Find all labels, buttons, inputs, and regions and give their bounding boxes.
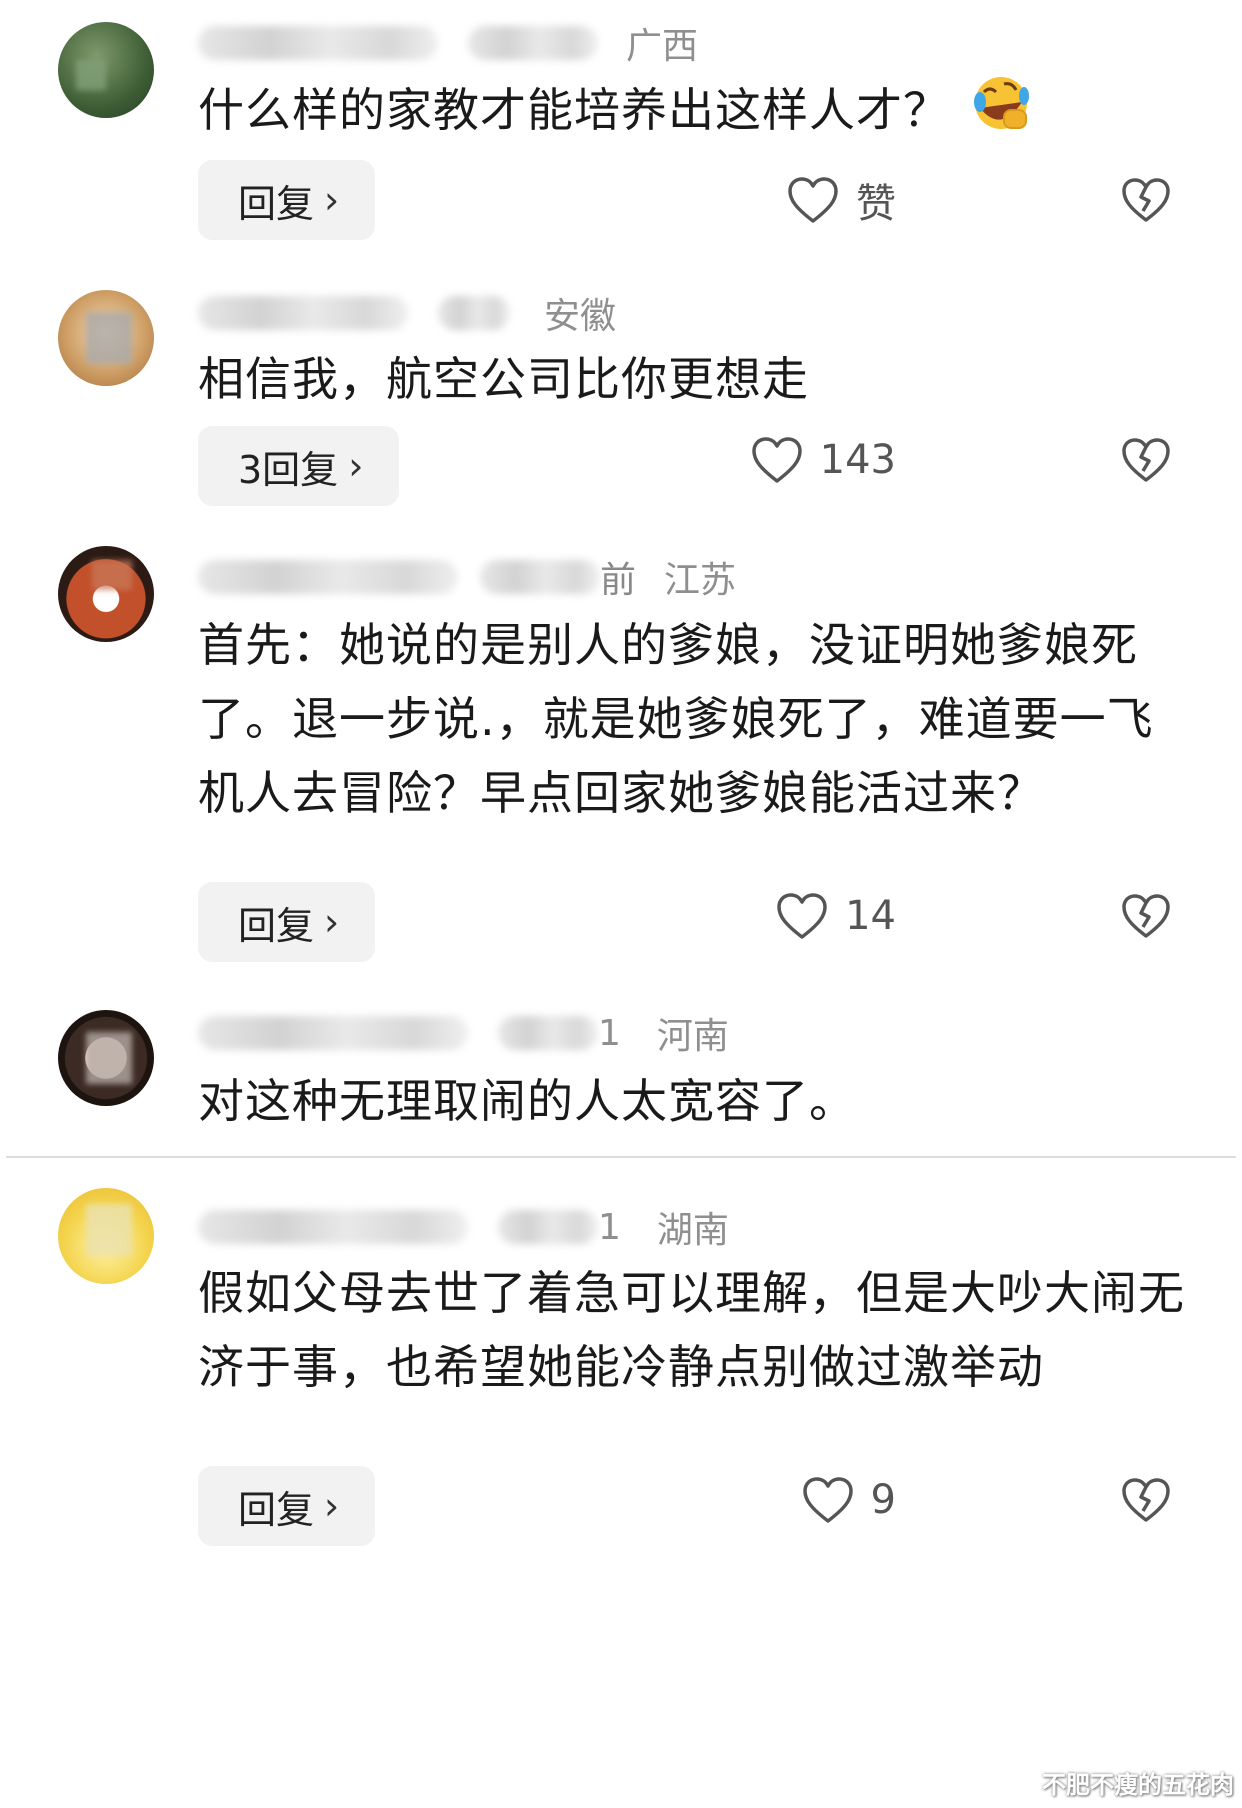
heart-outline-icon [777,893,827,939]
dislike-button[interactable] [1120,1460,1172,1540]
reply-label: 回复 [238,1487,315,1532]
broken-heart-icon [1122,894,1170,938]
time-label: 1 [598,1012,621,1054]
dislike-button[interactable] [1120,160,1172,240]
location-label: 安徽 [544,296,617,337]
dislike-button[interactable] [1120,420,1172,500]
time-blurred [480,560,600,594]
avatar[interactable] [58,1010,154,1106]
chevron-right-icon: › [348,444,364,488]
chevron-right-icon: › [324,900,340,944]
location-label: 河南 [656,1016,729,1057]
like-count: 赞 [856,181,896,227]
avatar[interactable] [58,1188,154,1284]
comment-text-content: 什么样的家教才能培养出这样人才？ [198,83,950,137]
like-button[interactable]: 14 [775,876,896,956]
like-button[interactable]: 9 [801,1460,896,1540]
reply-button[interactable]: 3回复 › [198,426,400,506]
avatar[interactable] [58,22,154,118]
location-label: 江苏 [664,560,737,601]
chevron-right-icon: › [324,1484,340,1528]
reply-label: 回复 [238,903,315,948]
comment-meta: 1 河南 [198,1008,729,1058]
comment-text: 假如父母去世了着急可以理解，但是大吵大闹无济于事，也希望她能冷静点别做过激举动 [198,1266,1185,1394]
comment-text: 什么样的家教才能培养出这样人才？ [198,72,1188,155]
broken-heart-icon [1122,1478,1170,1522]
username-blurred[interactable] [198,1016,468,1050]
screenshot-seam-divider [6,1156,1236,1158]
like-button[interactable]: 赞 [786,160,896,240]
username-blurred[interactable] [198,1210,468,1244]
time-label: 前 [600,560,637,601]
username-blurred[interactable] [198,296,408,330]
location-label: 广西 [626,26,699,67]
chevron-right-icon: › [324,178,340,222]
comment-text: 相信我，航空公司比你更想走 [198,352,809,406]
time-blurred [438,296,510,330]
comment-text: 首先：她说的是别人的爹娘，没证明她爹娘死了。退一步说.，就是她爹娘死了，难道要一… [198,618,1154,820]
broken-heart-icon [1122,438,1170,482]
heart-outline-icon [802,1477,853,1523]
time-blurred [468,26,598,60]
rolling-on-floor-laughing-emoji-icon [968,72,1034,155]
reply-button[interactable]: 回复 › [198,160,376,240]
like-button[interactable]: 143 [750,420,896,500]
comment-meta: 前 江苏 [198,552,736,602]
reply-button[interactable]: 回复 › [198,882,376,962]
reply-label: 3回复 [238,447,339,492]
like-count: 14 [845,893,896,939]
avatar[interactable] [58,546,154,642]
time-blurred [498,1210,598,1244]
reply-button[interactable]: 回复 › [198,1466,376,1546]
avatar[interactable] [58,290,154,386]
heart-outline-icon [751,437,802,483]
time-label: 1 [598,1206,621,1248]
location-label: 湖南 [656,1210,729,1251]
like-count: 9 [870,1477,896,1523]
comment-meta: 1 湖南 [198,1202,729,1252]
username-blurred[interactable] [198,26,438,60]
like-count: 143 [819,437,896,483]
time-blurred [498,1016,598,1050]
comment-text: 对这种无理取闹的人太宽容了。 [198,1074,856,1128]
watermark: 不肥不瘦的五花肉 [1042,1771,1234,1799]
dislike-button[interactable] [1120,876,1172,956]
username-blurred[interactable] [198,560,458,594]
comment-meta: 安徽 [198,288,616,338]
comment-meta: 广西 [198,18,698,68]
broken-heart-icon [1122,178,1170,222]
heart-outline-icon [788,177,838,223]
reply-label: 回复 [238,181,315,226]
